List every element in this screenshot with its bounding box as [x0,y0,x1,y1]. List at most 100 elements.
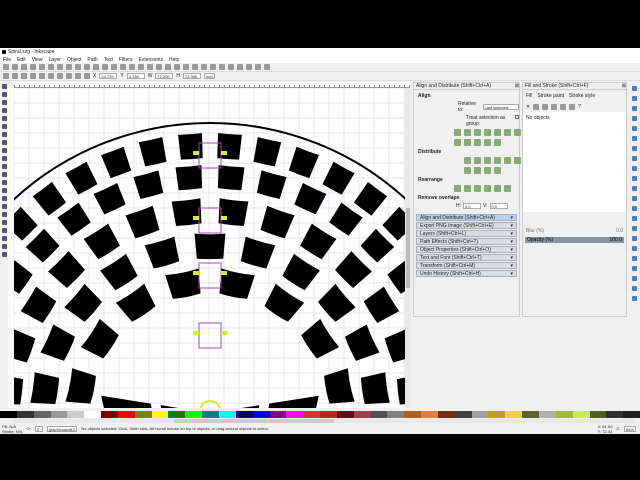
snap-toggle-icon[interactable] [631,166,637,171]
color-swatch[interactable] [202,411,219,418]
snap-toggle-icon[interactable] [631,116,637,121]
distribute-button-icon[interactable] [464,157,471,164]
align-button-icon[interactable] [504,129,511,136]
color-swatch[interactable] [606,411,624,418]
dock-menu-icon[interactable]: ▾ [510,263,513,269]
menu-edit[interactable]: Edit [17,57,26,63]
color-swatch[interactable] [320,411,337,418]
distribute-button-icon[interactable] [494,157,501,164]
relative-to-select[interactable]: Last selected [482,104,519,110]
color-swatch[interactable] [505,411,523,418]
snap-toggle-icon[interactable] [631,286,637,291]
tool-icon[interactable] [1,252,7,257]
distribute-button-icon[interactable] [484,167,491,174]
distribute-button-icon[interactable] [484,157,491,164]
dock-menu-icon[interactable]: ▾ [510,247,513,253]
color-swatch[interactable] [522,411,539,418]
tool-icon[interactable] [1,172,7,177]
dock-menu-icon[interactable]: ▾ [510,231,513,237]
color-swatch[interactable] [539,411,556,418]
toolbar-button-icon[interactable] [66,64,72,70]
color-swatch[interactable] [84,411,102,418]
dock-menu-icon[interactable]: ▾ [510,223,513,229]
opacity-value[interactable]: 100.0 [609,237,622,243]
toolbar-button-icon[interactable] [183,64,189,70]
tool-icon[interactable] [1,132,7,137]
color-swatch[interactable] [0,411,17,418]
height-field[interactable]: 72.000 [183,73,202,79]
select-tool-control-icon[interactable] [75,73,81,79]
select-tool-control-icon[interactable] [21,73,27,79]
toolbar-button-icon[interactable] [165,64,171,70]
pattern-icon[interactable] [560,104,567,110]
color-swatch[interactable] [185,411,203,418]
snap-toggle-icon[interactable] [631,266,637,271]
tool-icon[interactable] [1,108,7,113]
tab-stroke-paint[interactable]: Stroke paint [537,93,564,99]
docked-dialog-tab[interactable]: Undo History (Shift+Ctrl+H) ▾ [416,270,517,277]
align-button-icon[interactable] [454,129,461,136]
distribute-button-icon[interactable] [504,157,511,164]
toolbar-button-icon[interactable] [57,64,63,70]
align-button-icon[interactable] [474,129,481,136]
color-swatch[interactable] [370,411,388,418]
tool-icon[interactable] [1,84,7,89]
snap-toggle-icon[interactable] [631,156,637,161]
swatch-icon[interactable] [569,104,576,110]
tool-icon[interactable] [1,244,7,249]
tool-icon[interactable] [1,156,7,161]
snap-toggle-icon[interactable] [631,226,637,231]
toolbar-button-icon[interactable] [120,64,126,70]
toolbar-button-icon[interactable] [228,64,234,70]
align-button-icon[interactable] [474,139,481,146]
toolbar-button-icon[interactable] [264,64,270,70]
distribute-button-icon[interactable] [494,167,501,174]
tool-icon[interactable] [1,100,7,105]
snap-toggle-icon[interactable] [631,216,637,221]
docked-dialog-tab[interactable]: Layers (Shift+Ctrl+L) ▾ [416,230,517,237]
select-tool-control-icon[interactable] [12,73,18,79]
color-swatch[interactable] [387,411,405,418]
tool-icon[interactable] [1,180,7,185]
zoom-field[interactable]: 64% [623,425,636,432]
toolbar-button-icon[interactable] [75,64,81,70]
dock-menu-icon[interactable]: ▾ [510,239,513,245]
color-swatch[interactable] [286,411,304,418]
rearrange-button-icon[interactable] [504,185,511,192]
color-swatch[interactable] [454,411,472,418]
toolbar-button-icon[interactable] [48,64,54,70]
tool-icon[interactable] [1,212,7,217]
toolbar-button-icon[interactable] [21,64,27,70]
color-swatch[interactable] [421,411,438,418]
menu-view[interactable]: View [32,57,43,63]
tool-icon[interactable] [1,236,7,241]
docked-dialog-tab[interactable]: Text and Font (Shift+Ctrl+T) ▾ [416,254,517,261]
treat-group-checkbox[interactable] [515,115,519,119]
snap-toggle-icon[interactable] [631,256,637,261]
menu-filters[interactable]: Filters [119,57,133,63]
toolbar-button-icon[interactable] [192,64,198,70]
toolbar-button-icon[interactable] [237,64,243,70]
tab-fill[interactable]: Fill [526,93,532,99]
align-button-icon[interactable] [454,139,461,146]
blur-row[interactable]: Blur (%) 0.0 [523,228,626,234]
toolbar-button-icon[interactable] [93,64,99,70]
toolbar-button-icon[interactable] [246,64,252,70]
color-swatch[interactable] [117,411,135,418]
color-swatch[interactable] [623,411,640,418]
toolbar-button-icon[interactable] [156,64,162,70]
align-button-icon[interactable] [464,129,471,136]
select-tool-control-icon[interactable] [39,73,45,79]
unset-paint-icon[interactable]: ? [578,104,581,110]
toolbar-button-icon[interactable] [39,64,45,70]
color-swatch[interactable] [252,411,270,418]
vertical-scrollbar[interactable] [405,88,411,408]
toolbar-button-icon[interactable] [111,64,117,70]
opacity-field[interactable]: 0 [34,425,43,432]
snap-toggle-icon[interactable] [631,206,637,211]
tool-icon[interactable] [1,196,7,201]
distribute-button-icon[interactable] [464,167,471,174]
toolbar-button-icon[interactable] [84,64,90,70]
color-swatch[interactable] [67,411,85,418]
v-gap-field[interactable]: 0.0 [489,203,508,209]
